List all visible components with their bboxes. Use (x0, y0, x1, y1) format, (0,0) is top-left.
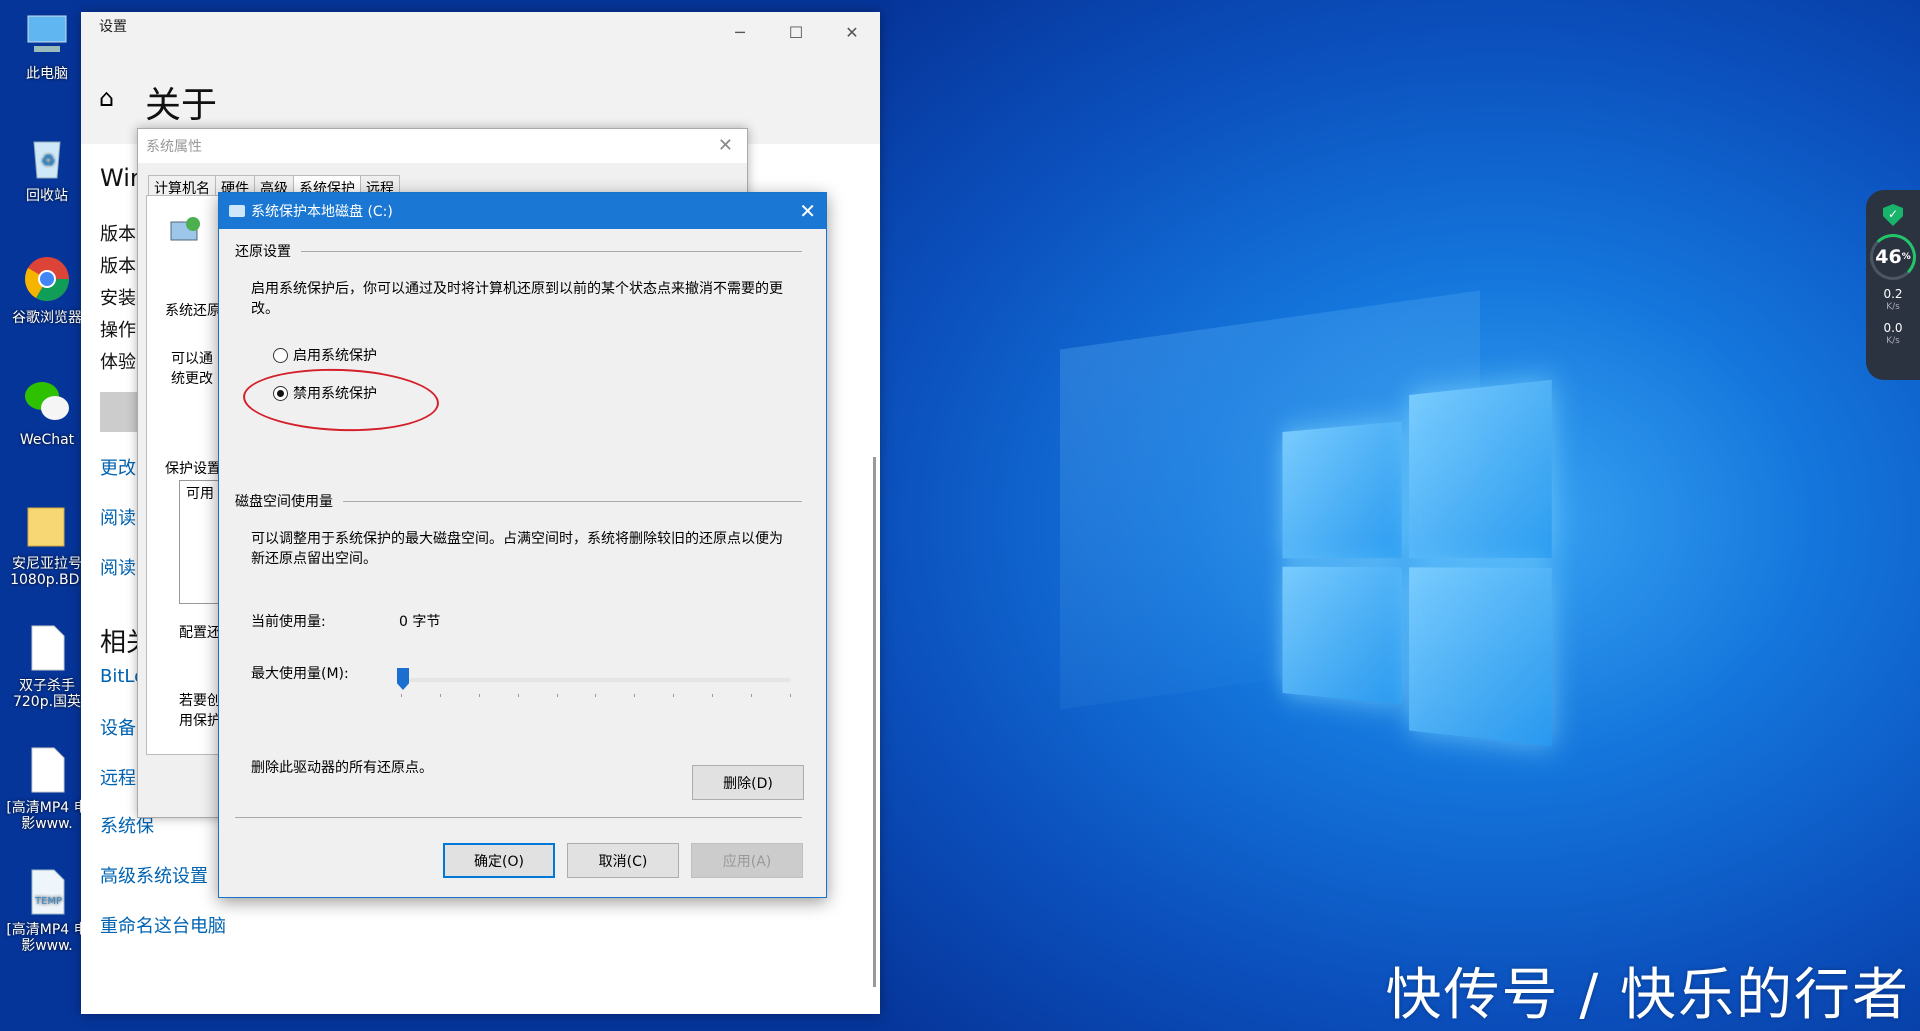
current-usage-value: 0 字节 (399, 614, 441, 630)
disk-usage-description: 可以调整用于系统保护的最大磁盘空间。占满空间时，系统将删除较旧的还原点以便为新还… (251, 531, 783, 567)
remote-desktop-link[interactable]: 远程 (100, 764, 136, 790)
disk-usage-group: 磁盘空间使用量 (235, 491, 802, 511)
close-icon[interactable]: ✕ (718, 135, 733, 156)
cancel-button[interactable]: 取消(C) (567, 843, 679, 878)
delete-description: 删除此驱动器的所有还原点。 (251, 760, 433, 776)
windows-logo (1282, 379, 1552, 747)
svg-text:♻: ♻ (41, 151, 55, 170)
max-usage-slider[interactable] (397, 668, 791, 698)
device-manager-link[interactable]: 设备 (100, 714, 136, 740)
red-annotation-circle (241, 365, 441, 435)
sysprop-titlebar[interactable]: 系统属性 (138, 129, 747, 163)
divider (235, 817, 802, 818)
restore-description: 启用系统保护后，你可以通过及时将计算机还原到以前的某个状态点来撤消不需要的更改。 (251, 281, 783, 317)
ok-button[interactable]: 确定(O) (443, 843, 555, 878)
change-link[interactable]: 更改 (100, 454, 136, 480)
usage-gauge: 46% (1870, 234, 1916, 280)
delete-button[interactable]: 删除(D) (692, 765, 804, 800)
desktop-icon-file-1[interactable]: 双子杀手 720p.国英 (4, 622, 90, 710)
spec-edition: 版本 (100, 224, 136, 245)
file-icon (22, 622, 72, 672)
desktop-icon-chrome[interactable]: 谷歌浏览器 (4, 254, 90, 326)
svg-text:TEMP: TEMP (34, 896, 62, 907)
recycle-bin-icon: ♻ (22, 132, 72, 182)
read-link-1[interactable]: 阅读 (100, 504, 136, 530)
spec-version: 版本 (100, 256, 136, 277)
folder-icon (22, 500, 72, 550)
temp-file-icon: TEMP (22, 866, 72, 916)
rename-pc-link[interactable]: 重命名这台电脑 (100, 912, 226, 938)
desktop-icon-file-2[interactable]: [高清MP4 电影www. (4, 744, 90, 832)
computer-icon (22, 10, 72, 60)
upload-speed: 0.2 K/s (1883, 287, 1903, 313)
desktop-icon-folder[interactable]: 安尼亚拉号 1080p.BD. (4, 500, 90, 588)
scrollbar[interactable] (873, 457, 876, 987)
create-label-1: 若要创 (179, 693, 221, 709)
copy-button[interactable] (100, 392, 140, 432)
spec-installed: 安装 (100, 288, 136, 309)
max-usage-label: 最大使用量(M): (251, 666, 349, 682)
desktop-icon-this-pc[interactable]: 此电脑 (4, 10, 90, 82)
download-speed: 0.0 K/s (1883, 321, 1903, 347)
drive-icon (229, 205, 245, 217)
apply-button[interactable]: 应用(A) (691, 843, 803, 878)
chrome-icon (22, 254, 72, 304)
enable-protection-radio[interactable]: 启用系统保护 (273, 345, 377, 365)
configure-label: 配置还 (179, 625, 221, 641)
spec-experience: 体验 (100, 352, 136, 373)
close-icon[interactable]: ✕ (799, 199, 816, 223)
restore-settings-group: 还原设置 (235, 241, 802, 261)
advanced-system-settings-link[interactable]: 高级系统设置 (100, 862, 208, 888)
restore-desc-2: 统更改 (171, 371, 213, 387)
wechat-icon (22, 376, 72, 426)
radio-icon (273, 347, 288, 363)
slider-thumb[interactable] (397, 668, 409, 690)
dialog-titlebar[interactable]: 系统保护本地磁盘 (C:) (219, 193, 826, 229)
restore-desc-1: 可以通 (171, 351, 213, 367)
system-monitor-widget[interactable]: ✓ 46% 0.2 K/s 0.0 K/s (1866, 190, 1920, 380)
shield-icon: ✓ (1883, 204, 1903, 226)
home-icon[interactable]: ⌂ (99, 84, 114, 112)
page-title: 关于 (145, 85, 218, 126)
read-link-2[interactable]: 阅读 (100, 554, 136, 580)
system-protection-icon (167, 214, 203, 250)
protection-settings-label: 保护设置 (165, 461, 221, 477)
desktop-icon-file-3[interactable]: TEMP [高清MP4 电影www. (4, 866, 90, 954)
create-label-2: 用保护 (179, 713, 221, 729)
desktop-icon-recycle-bin[interactable]: ♻ 回收站 (4, 132, 90, 204)
desktop-icon-wechat[interactable]: WeChat (4, 376, 90, 448)
restore-label: 系统还原 (165, 303, 221, 319)
system-protection-dialog[interactable]: 系统保护本地磁盘 (C:) ✕ 还原设置 启用系统保护后，你可以通过及时将计算机… (218, 192, 827, 898)
watermark: 快传号 / 快乐的行者 (1385, 963, 1910, 1028)
current-usage-label: 当前使用量: (251, 614, 326, 630)
spec-build: 操作 (100, 320, 136, 341)
file-icon (22, 744, 72, 794)
